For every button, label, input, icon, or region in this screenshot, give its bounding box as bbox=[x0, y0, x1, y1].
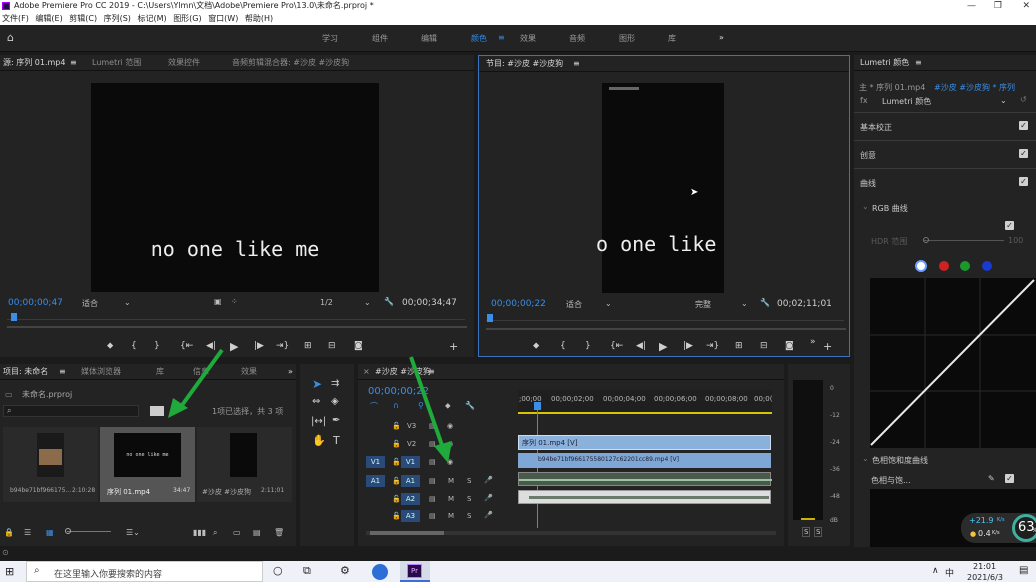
task-view-icon[interactable]: ⧉ bbox=[303, 564, 311, 578]
green-arrow-line bbox=[178, 348, 224, 410]
tray-chevron-icon[interactable]: ∧ bbox=[932, 566, 939, 576]
input-language[interactable]: 中 bbox=[945, 566, 954, 579]
cortana-icon[interactable]: ○ bbox=[273, 564, 283, 577]
notification-icon[interactable]: ▤ bbox=[1019, 565, 1028, 576]
green-arrow-head bbox=[434, 441, 452, 463]
annotation-arrows bbox=[168, 348, 452, 463]
search-icon: ⌕ bbox=[34, 565, 40, 576]
browser-icon[interactable] bbox=[372, 564, 388, 580]
clock-time[interactable]: 21:01 bbox=[973, 562, 996, 571]
settings-gear-icon[interactable]: ⚙ bbox=[340, 564, 350, 577]
taskbar-search-placeholder: 在这里输入你要搜索的内容 bbox=[54, 570, 163, 580]
premiere-taskbar-button[interactable]: Pr bbox=[400, 561, 430, 582]
clock-date[interactable]: 2021/6/3 bbox=[967, 573, 1003, 582]
premiere-app-icon: Pr bbox=[407, 564, 422, 578]
green-arrow-line bbox=[409, 356, 445, 449]
windows-start-icon[interactable]: ⊞ bbox=[5, 565, 14, 578]
windows-taskbar: ⊞ ⌕ 在这里输入你要搜索的内容 ○ ⧉ ⚙ Pr ∧ 中 21:01 2021… bbox=[0, 561, 1036, 582]
taskbar-search-box[interactable]: ⌕ 在这里输入你要搜索的内容 bbox=[26, 561, 263, 582]
